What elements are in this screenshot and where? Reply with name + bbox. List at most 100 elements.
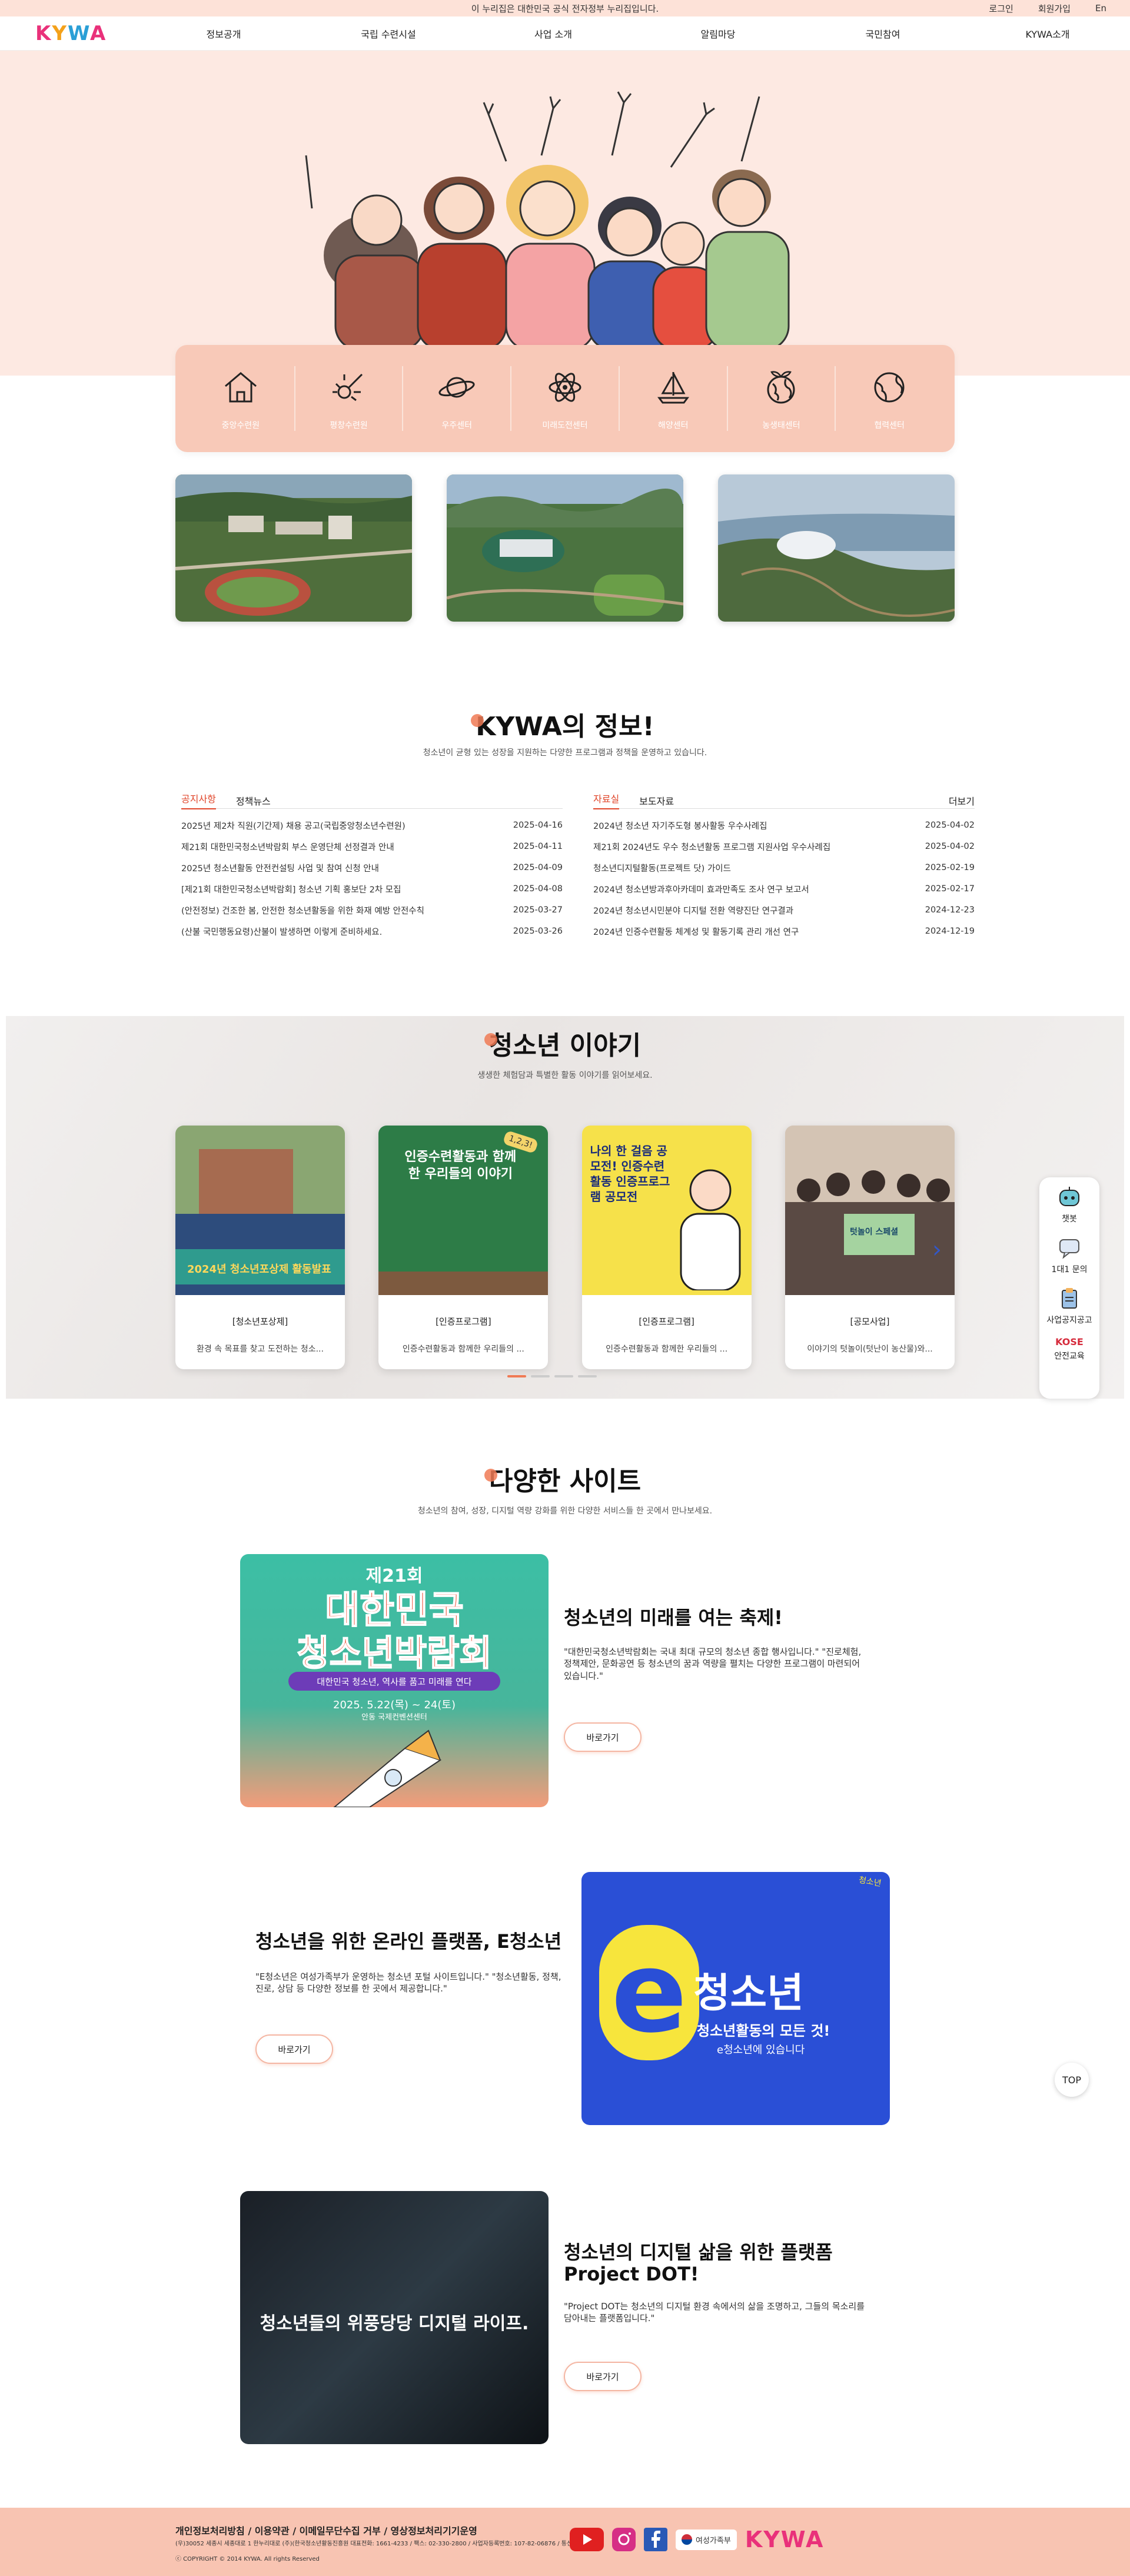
list-item[interactable]: 2025년 제2차 직원(기간제) 채용 공고(국립중앙청소년수련원) 2025-… (181, 815, 563, 836)
carousel-next-arrow[interactable]: › (932, 1236, 942, 1263)
story-card-category: [인증프로그램] (639, 1316, 694, 1327)
list-item[interactable]: [제21회 대한민국청소년박람회] 청소년 기획 홍보단 2차 모집 2025-0… (181, 878, 563, 899)
carousel-dot[interactable] (531, 1375, 550, 1377)
eyouth-go-button[interactable]: 바로가기 (255, 2034, 333, 2064)
scroll-top-button[interactable]: TOP (1055, 2063, 1089, 2097)
tab-press-release[interactable]: 보도자료 (639, 794, 674, 808)
story-card-image: 텃놀이 스페셜 (785, 1126, 955, 1295)
story-card[interactable]: 2024년 청소년포상제 활동발표 [청소년포상제] 환경 속 목표를 찾고 도… (175, 1126, 345, 1369)
carousel-dot[interactable] (554, 1375, 573, 1377)
nav-item-about[interactable]: KYWA소개 (965, 26, 1130, 41)
login-link[interactable]: 로그인 (989, 2, 1013, 15)
facility-photo-central[interactable] (175, 474, 412, 622)
gov-notice-bar: 이 누리집은 대한민국 공식 전자정부 누리집입니다. 로그인 회원가입 En (0, 0, 1130, 16)
list-item[interactable]: 제21회 대한민국청소년박람회 부스 운영단체 선정결과 안내 2025-04-1… (181, 836, 563, 857)
nav-item-facilities[interactable]: 국립 수련시설 (306, 26, 471, 41)
quick-menu: 중앙수련원 평창수련원 우주센터 미래도전센터 해양센터 농생태센터 협력센터 (175, 345, 955, 452)
project-dot-banner[interactable]: 청소년들의 위풍당당 디지털 라이프. (240, 2191, 549, 2444)
hero: 중앙수련원 평창수련원 우주센터 미래도전센터 해양센터 농생태센터 협력센터 (0, 51, 1130, 452)
nav-item-notice[interactable]: 알림마당 (636, 26, 800, 41)
tab-policy-news[interactable]: 정책뉴스 (236, 794, 271, 808)
nav-item-info-disclosure[interactable]: 정보공개 (141, 26, 306, 41)
kywa-logo[interactable]: KYWA (0, 22, 141, 45)
gov-notice-text: 이 누리집은 대한민국 공식 전자정부 누리집입니다. (471, 3, 659, 14)
facility-photo-pyeongchang[interactable] (447, 474, 683, 622)
footer-copyright: ⓒ COPYRIGHT © 2014 KYWA. All rights Rese… (175, 2556, 320, 2562)
stories-section-subtitle: 생생한 체험담과 특별한 활동 이야기를 읽어보세요. (477, 1071, 653, 1080)
youth-expo-banner[interactable]: 제21회 대한민국 청소년박람회 대한민국 청소년, 역사를 품고 미래를 연다… (240, 1554, 549, 1807)
footer-policy-links[interactable]: 개인정보처리방침 / 이용약관 / 이메일무단수집 거부 / 영상정보처리기기운… (175, 2523, 477, 2537)
story-card-image-text: 텃놀이 스페셜 (849, 1227, 899, 1237)
more-link[interactable]: 더보기 (949, 794, 975, 808)
youtube-icon[interactable] (570, 2528, 604, 2551)
list-item[interactable]: 2024년 청소년방과후아카데미 효과만족도 조사 연구 보고서 2025-02-… (593, 878, 975, 899)
nav-item-business[interactable]: 사업 소개 (471, 26, 636, 41)
expo-banner-tagline: 대한민국 청소년, 역사를 품고 미래를 연다 (288, 1672, 500, 1691)
sidebar-item-chatbot[interactable]: 챗봇 (1056, 1184, 1082, 1224)
chatbot-icon (1059, 1187, 1079, 1206)
quick-menu-item[interactable]: 해양센터 (620, 366, 728, 431)
story-cards: 2024년 청소년포상제 활동발표 [청소년포상제] 환경 속 목표를 찾고 도… (175, 1126, 955, 1369)
list-item[interactable]: 2024년 청소년 자기주도형 봉사활동 우수사례집 2025-04-02 (593, 815, 975, 836)
utility-links: 로그인 회원가입 En (989, 0, 1106, 16)
expo-banner-place: 안동 국제컨벤션센터 (361, 1713, 427, 1722)
floating-quick-sidebar: 챗봇 1대1 문의 사업공지공고 KOSE 안전교육 (1039, 1177, 1099, 1399)
story-card-image-text: 2024년 청소년포상제 활동발표 (187, 1263, 331, 1276)
resources-board: 자료실 보도자료 더보기 2024년 청소년 자기주도형 봉사활동 우수사례집 2… (593, 792, 975, 942)
ministry-logo[interactable]: 여성가족부 (676, 2529, 737, 2550)
stories-section-title: 청소년 이야기 (0, 1024, 1130, 1062)
quick-menu-item[interactable]: 우주센터 (403, 366, 512, 431)
sun-icon (332, 373, 363, 401)
join-link[interactable]: 회원가입 (1038, 2, 1071, 15)
story-card-image-text: 인증수련활동과 함께한 우리들의 이야기 (404, 1150, 517, 1181)
list-item[interactable]: 청소년디지털활동(프로젝트 닷) 가이드 2025-02-19 (593, 857, 975, 878)
list-item[interactable]: 2024년 청소년시민분야 디지털 전환 역량진단 연구결과 2024-12-23 (593, 899, 975, 921)
carousel-dot[interactable] (507, 1375, 526, 1377)
sites-section-subtitle: 청소년의 참여, 성장, 디지털 역량 강화를 위한 다양한 서비스들 한 곳에… (417, 1506, 713, 1516)
quick-menu-item[interactable]: 농생태센터 (728, 366, 836, 431)
globe-handshake-icon (874, 372, 905, 403)
story-card-image: 2024년 청소년포상제 활동발표 (175, 1126, 345, 1295)
footer: 개인정보처리방침 / 이용약관 / 이메일무단수집 거부 / 영상정보처리기기운… (0, 2508, 1130, 2576)
story-card-image: 인증수련활동과 함께한 우리들의 이야기 1,2,3! (378, 1126, 549, 1295)
expo-go-button[interactable]: 바로가기 (564, 1722, 642, 1752)
carousel-dot[interactable] (578, 1375, 597, 1377)
story-card-image-text: 나의 한 걸음 공모전! 인증수련활동 인증프로그램 공모전 (590, 1144, 670, 1204)
list-item[interactable]: 2025년 청소년활동 안전컨설팅 사업 및 참여 신청 안내 2025-04-0… (181, 857, 563, 878)
list-item[interactable]: (안전정보) 건조한 봄, 안전한 청소년활동을 위한 화재 예방 안전수칙 20… (181, 899, 563, 921)
quick-menu-item[interactable]: 미래도전센터 (511, 366, 620, 431)
nav-item-participation[interactable]: 국민참여 (800, 26, 965, 41)
tab-resources[interactable]: 자료실 (593, 791, 620, 809)
resources-list: 2024년 청소년 자기주도형 봉사활동 우수사례집 2025-04-02 제21… (593, 815, 975, 942)
footer-kywa-logo[interactable]: KYWA (745, 2527, 825, 2552)
aerial-mountain-campus-image (447, 474, 683, 622)
facility-photo-space-center[interactable] (718, 474, 955, 622)
header: KYWA 정보공개 국립 수련시설 사업 소개 알림마당 국민참여 KYWA소개 (0, 16, 1130, 51)
instagram-icon[interactable] (612, 2528, 636, 2551)
sidebar-item-business-notice[interactable]: 사업공지공고 (1046, 1286, 1092, 1326)
language-link[interactable]: En (1095, 3, 1106, 14)
story-card[interactable]: 텃놀이 스페셜 [공모사업] 이야기의 텃놀이(텃난이 농산물)와... (785, 1126, 955, 1369)
footer-address: (우)30052 세종시 세종대로 1 한누리대로 (주)(한국청소년활동진흥원… (175, 2541, 591, 2547)
main-nav: 정보공개 국립 수련시설 사업 소개 알림마당 국민참여 KYWA소개 (141, 26, 1130, 41)
project-dot-go-button[interactable]: 바로가기 (564, 2362, 642, 2391)
story-card[interactable]: 나의 한 걸음 공모전! 인증수련활동 인증프로그램 공모전 [인증프로그램] … (581, 1126, 752, 1369)
footer-sns: 여성가족부 KYWA (570, 2527, 824, 2552)
story-card[interactable]: 인증수련활동과 함께한 우리들의 이야기 1,2,3! [인증프로그램] 인증수… (378, 1126, 549, 1369)
story-card-category: [인증프로그램] (436, 1316, 491, 1327)
story-card-category: [청소년포상제] (232, 1316, 288, 1327)
list-item[interactable]: 제21회 2024년도 우수 청소년활동 프로그램 지원사업 우수사례집 2025… (593, 836, 975, 857)
sidebar-item-safety-education[interactable]: KOSE 안전교육 (1054, 1336, 1085, 1362)
site-desc-expo: "대한민국청소년박람회는 국내 최대 규모의 청소년 종합 행사입니다." "진… (564, 1646, 862, 1681)
sidebar-item-inquiry[interactable]: 1대1 문의 (1052, 1235, 1087, 1275)
facebook-icon[interactable] (644, 2528, 667, 2551)
quick-menu-item[interactable]: 평창수련원 (295, 366, 404, 431)
list-item[interactable]: (산불 국민행동요령)산불이 발생하면 이렇게 준비하세요. 2025-03-26 (181, 921, 563, 942)
tab-notice[interactable]: 공지사항 (181, 791, 216, 809)
clipboard-icon (1062, 1288, 1077, 1309)
list-item[interactable]: 2024년 인증수련활동 체계성 및 활동기록 관리 개선 연구 2024-12-… (593, 921, 975, 942)
quick-menu-item[interactable]: 중앙수련원 (187, 366, 295, 431)
eyouth-banner[interactable]: e 청소년 청소년활동의 모든 것! e청소년에 있습니다 청소년 (581, 1872, 890, 2125)
quick-menu-item[interactable]: 협력센터 (836, 366, 943, 431)
carousel-pagination (507, 1375, 597, 1377)
